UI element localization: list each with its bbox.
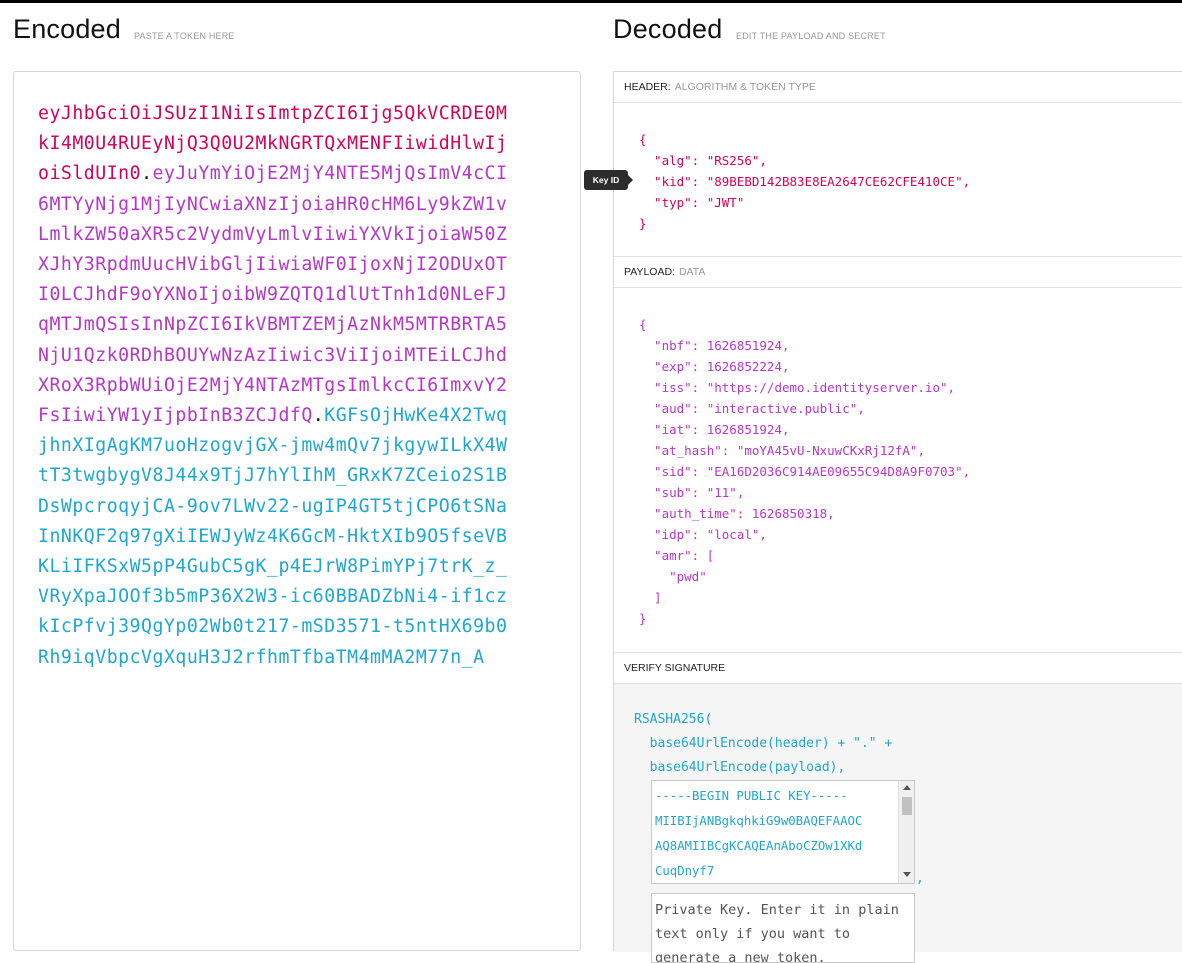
token-separator: . bbox=[312, 405, 325, 427]
scroll-up-arrow-icon[interactable] bbox=[903, 785, 911, 790]
header-json-editor[interactable]: { "alg": "RS256", "kid": "89BEBD142B83E8… bbox=[639, 129, 970, 234]
decoded-title: Decoded bbox=[613, 14, 723, 44]
decoded-panel: HEADER: ALGORITHM & TOKEN TYPE { "alg": "… bbox=[613, 71, 1182, 963]
verify-section-title: VERIFY SIGNATURE bbox=[614, 653, 1182, 684]
encoded-token-text[interactable]: eyJhbGciOiJSUzI1NiIsImtpZCI6Ijg5QkVCRDE0… bbox=[38, 99, 513, 673]
scroll-down-arrow-icon[interactable] bbox=[903, 872, 911, 877]
verify-signature-code: RSASHA256( base64UrlEncode(header) + "."… bbox=[634, 712, 893, 775]
encoded-subtitle: PASTE A TOKEN HERE bbox=[134, 31, 235, 41]
header-section-title: HEADER: ALGORITHM & TOKEN TYPE bbox=[614, 72, 1182, 103]
payload-json-editor[interactable]: { "nbf": 1626851924, "exp": 1626852224, … bbox=[639, 314, 970, 629]
payload-section-title: PAYLOAD: DATA bbox=[614, 257, 1182, 288]
private-key-input[interactable] bbox=[651, 893, 915, 963]
decoded-subtitle: EDIT THE PAYLOAD AND SECRET bbox=[736, 31, 886, 41]
token-separator: . bbox=[141, 163, 153, 185]
public-key-input[interactable]: -----BEGIN PUBLIC KEY----- MIIBIjANBgkqh… bbox=[651, 780, 915, 884]
header-label: HEADER: bbox=[624, 81, 671, 93]
encoded-token-editor[interactable]: eyJhbGciOiJSUzI1NiIsImtpZCI6Ijg5QkVCRDE0… bbox=[13, 71, 581, 951]
token-signature-part: KGFsOjHwKe4X2TwqjhnXIgAgKM7uoHzogvjGX-jm… bbox=[38, 405, 508, 668]
public-key-scrollbar[interactable] bbox=[898, 781, 914, 883]
key-id-tooltip: Key ID bbox=[584, 170, 633, 190]
payload-label: PAYLOAD: bbox=[624, 266, 675, 278]
scroll-thumb[interactable] bbox=[902, 797, 912, 815]
private-key-textarea[interactable] bbox=[652, 894, 914, 962]
verify-comma: , bbox=[916, 871, 924, 886]
token-payload-part: eyJuYmYiOjE2MjY4NTE5MjQsImV4cCI6MTYyNjg1… bbox=[38, 163, 508, 427]
header-sublabel: ALGORITHM & TOKEN TYPE bbox=[674, 81, 816, 93]
payload-sublabel: DATA bbox=[678, 266, 706, 278]
encoded-title: Encoded bbox=[13, 14, 121, 44]
top-bar bbox=[0, 0, 1182, 3]
public-key-text[interactable]: -----BEGIN PUBLIC KEY----- MIIBIjANBgkqh… bbox=[655, 784, 895, 883]
